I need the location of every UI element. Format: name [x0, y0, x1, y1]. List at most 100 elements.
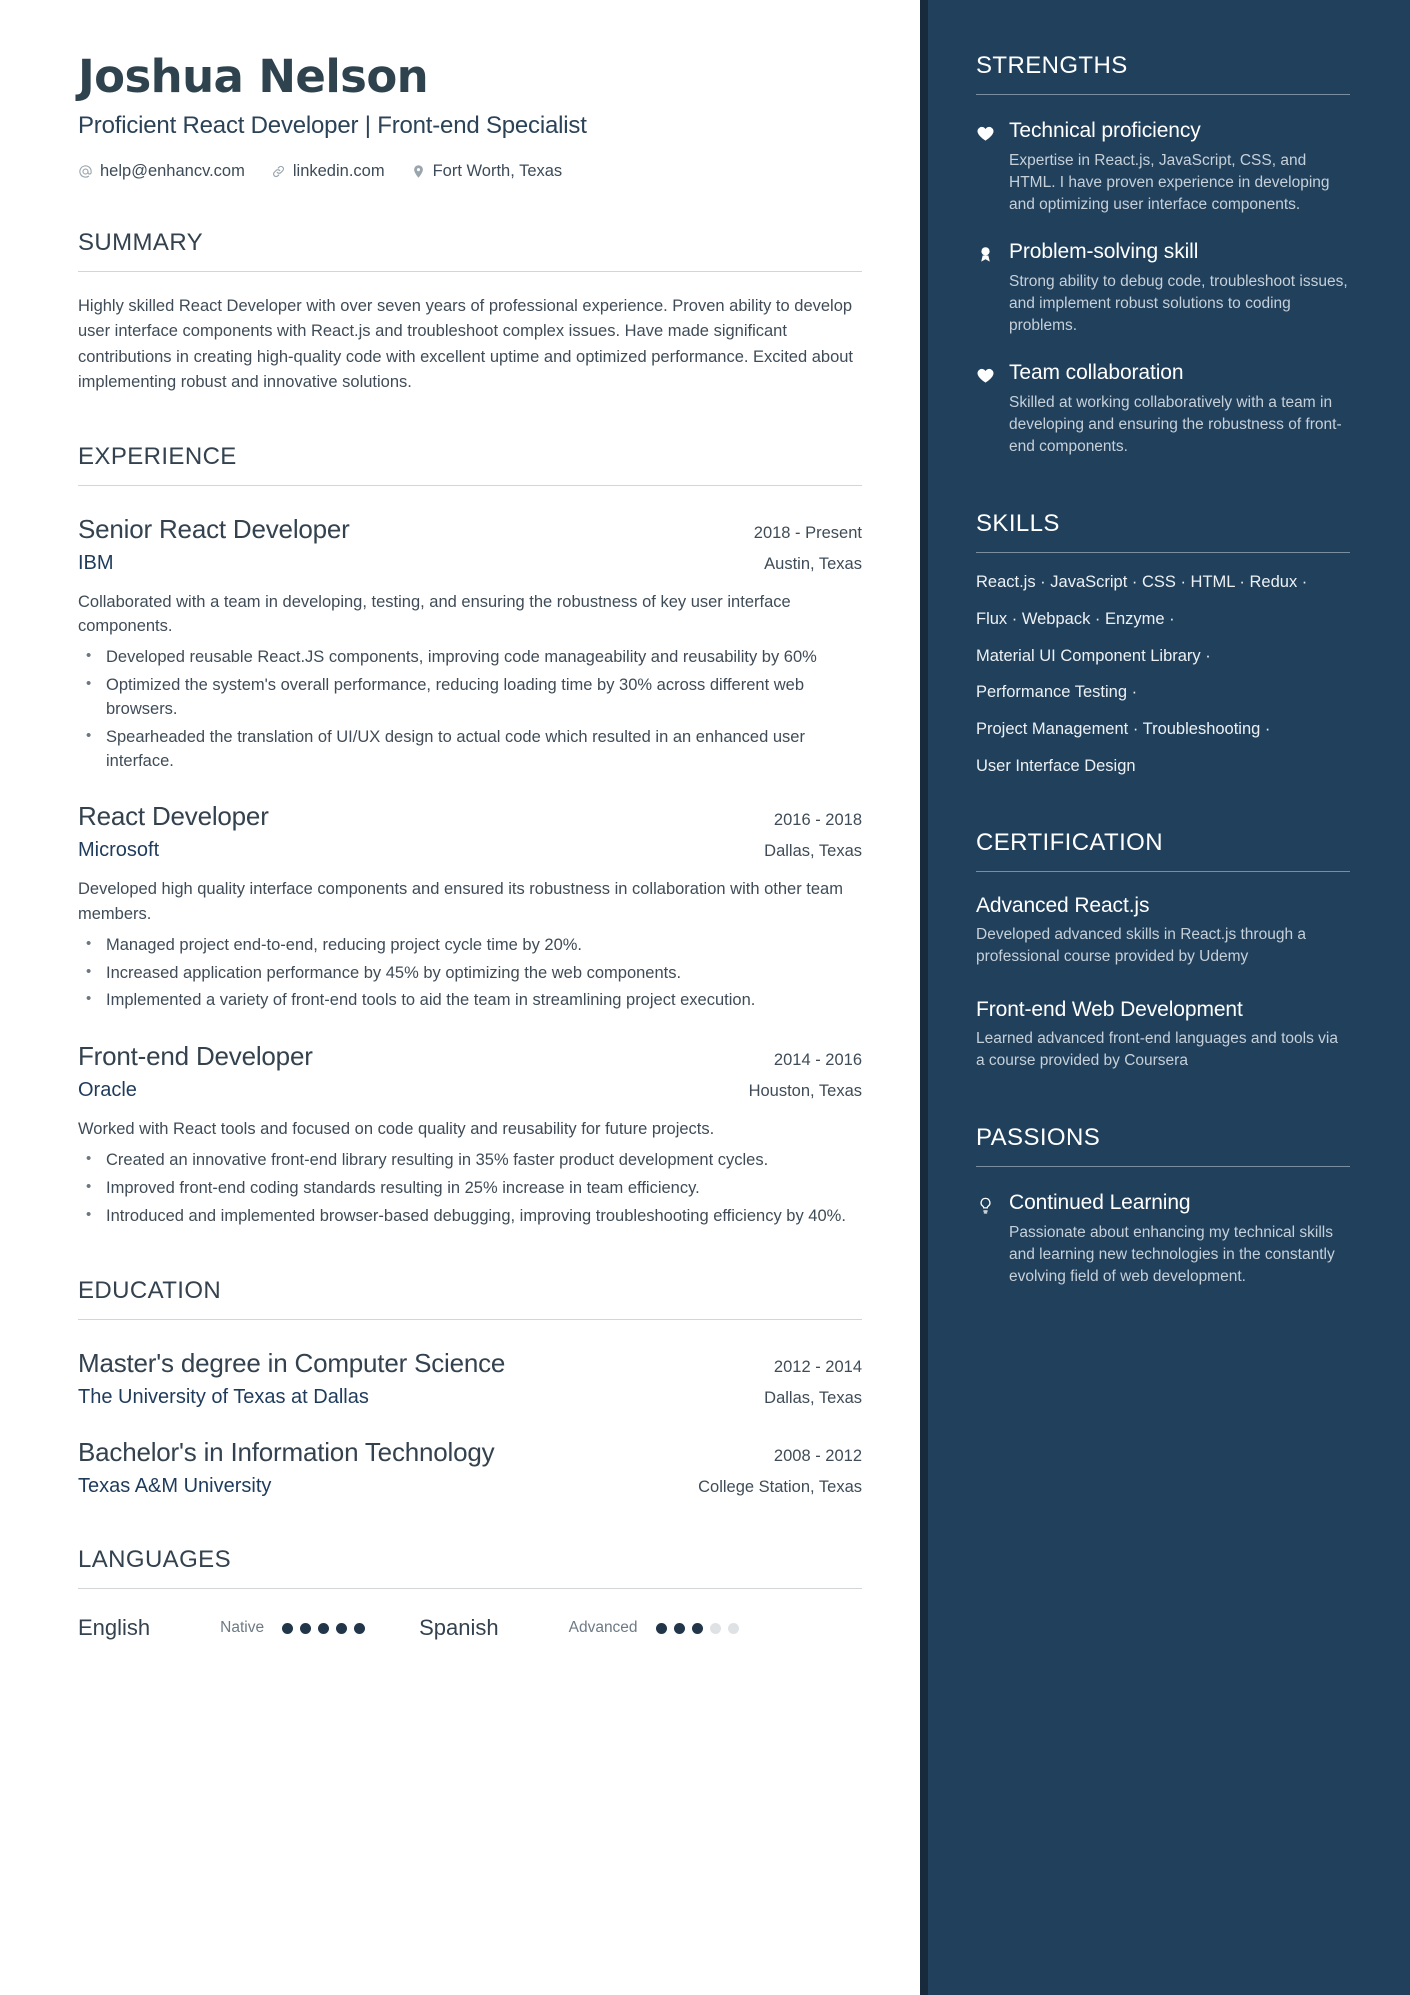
rating-dot-filled	[673, 1622, 685, 1634]
rating-dot-empty	[727, 1622, 739, 1634]
education-entry: Master's degree in Computer Science 2012…	[78, 1348, 862, 1409]
section-skills: SKILLS React.js · JavaScript · CSS · HTM…	[976, 510, 1350, 777]
divider	[976, 94, 1350, 95]
job-title: Front-end Developer	[78, 1041, 313, 1072]
job-title: React Developer	[78, 801, 269, 832]
language-item: English Native	[78, 1615, 366, 1641]
skills-heading: SKILLS	[976, 510, 1060, 537]
certification-name: Front-end Web Development	[976, 997, 1243, 1021]
rating-dot-filled	[282, 1622, 294, 1634]
divider	[78, 271, 862, 273]
skill-line: User Interface Design	[976, 756, 1136, 775]
at-icon	[78, 164, 93, 179]
job-date: 2018 - Present	[753, 523, 862, 542]
contact-location-text: Fort Worth, Texas	[432, 162, 563, 181]
job-location: Dallas, Texas	[764, 842, 862, 861]
skill-line: React.js · JavaScript · CSS · HTML · Red…	[976, 573, 1308, 591]
job-date: 2014 - 2016	[773, 1051, 862, 1070]
degree-date: 2008 - 2012	[773, 1447, 862, 1466]
certification-heading: CERTIFICATION	[976, 828, 1163, 856]
rating-dot-filled	[318, 1622, 330, 1634]
languages-row: English Native Spanish Advanced	[78, 1615, 862, 1641]
job-bullets: Developed reusable React.JS components, …	[78, 645, 862, 774]
headline: Proficient React Developer | Front-end S…	[78, 112, 587, 140]
strengths-heading: STRENGTHS	[976, 52, 1128, 79]
certification-name: Advanced React.js	[976, 893, 1150, 917]
contact-linkedin-text: linkedin.com	[292, 162, 385, 181]
sidebar-accent-stripe	[920, 0, 928, 1995]
strength-desc: Strong ability to debug code, troublesho…	[1009, 273, 1348, 334]
strength-item: Team collaboration Skilled at working co…	[976, 361, 1350, 458]
summary-heading: SUMMARY	[78, 229, 204, 257]
award-ribbon-icon	[976, 240, 996, 337]
languages-heading: LANGUAGES	[78, 1546, 231, 1574]
summary-text: Highly skilled React Developer with over…	[78, 297, 854, 391]
rating-dot-filled	[300, 1622, 312, 1634]
divider	[976, 1165, 1350, 1167]
rating-dot-empty	[709, 1622, 721, 1634]
section-passions: PASSIONS Continued Learning Passionate a…	[976, 1124, 1350, 1288]
job-bullet: Spearheaded the translation of UI/UX des…	[78, 725, 862, 774]
job-bullets: Managed project end-to-end, reducing pro…	[78, 933, 862, 1014]
skill-line: Project Management · Troubleshooting ·	[976, 720, 1271, 739]
language-rating-dots	[282, 1622, 366, 1634]
certification-desc: Developed advanced skills in React.js th…	[976, 925, 1306, 965]
strength-desc: Expertise in React.js, JavaScript, CSS, …	[1009, 152, 1330, 213]
divider	[78, 484, 862, 486]
job-location: Houston, Texas	[748, 1082, 862, 1101]
school-location: Dallas, Texas	[764, 1389, 862, 1408]
section-certification: CERTIFICATION Advanced React.js Develope…	[976, 829, 1350, 1072]
rating-dot-filled	[655, 1622, 667, 1634]
job-description: Developed high quality interface compone…	[78, 880, 843, 923]
contact-linkedin[interactable]: linkedin.com	[271, 162, 385, 181]
divider	[976, 870, 1350, 872]
rating-dot-filled	[336, 1622, 348, 1634]
school-location: College Station, Texas	[698, 1478, 862, 1497]
job-bullet: Developed reusable React.JS components, …	[78, 645, 862, 670]
job-bullet: Optimized the system's overall performan…	[78, 673, 862, 722]
job-bullet: Increased application performance by 45%…	[78, 961, 862, 986]
language-level: Advanced	[568, 1619, 638, 1637]
job-bullets: Created an innovative front-end library …	[78, 1148, 862, 1229]
divider	[976, 552, 1350, 553]
passions-heading: PASSIONS	[976, 1123, 1101, 1151]
strength-name: Problem-solving skill	[1009, 240, 1199, 263]
job-bullet: Implemented a variety of front-end tools…	[78, 988, 862, 1013]
divider	[78, 1319, 862, 1321]
heart-icon	[976, 361, 996, 458]
degree-title: Master's degree in Computer Science	[78, 1348, 506, 1379]
sidebar: STRENGTHS Technical proficiency Expertis…	[920, 0, 1410, 1995]
section-languages: LANGUAGES English Native Spanish Advance…	[78, 1546, 862, 1641]
experience-entry: React Developer 2016 - 2018 Microsoft Da…	[78, 801, 862, 1013]
main-column: Joshua Nelson Proficient React Developer…	[0, 0, 920, 1995]
divider	[78, 1588, 862, 1590]
experience-heading: EXPERIENCE	[78, 442, 237, 470]
strength-item: Technical proficiency Expertise in React…	[976, 119, 1350, 216]
job-company: Oracle	[78, 1079, 137, 1102]
strength-name: Technical proficiency	[1009, 119, 1201, 142]
experience-entry: Front-end Developer 2014 - 2016 Oracle H…	[78, 1041, 862, 1229]
contact-location: Fort Worth, Texas	[411, 162, 563, 181]
location-pin-icon	[411, 164, 426, 179]
passion-item: Continued Learning Passionate about enha…	[976, 1191, 1350, 1288]
contact-row: help@enhancv.com linkedin.com Fort Worth…	[78, 162, 862, 181]
contact-email[interactable]: help@enhancv.com	[78, 162, 245, 181]
job-location: Austin, Texas	[764, 554, 862, 573]
contact-email-text: help@enhancv.com	[100, 162, 245, 181]
certification-item: Front-end Web Development Learned advanc…	[976, 998, 1350, 1072]
degree-title: Bachelor's in Information Technology	[78, 1437, 495, 1468]
job-description: Collaborated with a team in developing, …	[78, 592, 791, 635]
heart-icon	[976, 119, 996, 216]
job-company: IBM	[78, 551, 114, 574]
job-title: Senior React Developer	[78, 513, 350, 544]
passion-name: Continued Learning	[1009, 1190, 1191, 1214]
education-entry: Bachelor's in Information Technology 200…	[78, 1437, 862, 1498]
section-education: EDUCATION Master's degree in Computer Sc…	[78, 1277, 862, 1498]
job-bullet: Introduced and implemented browser-based…	[78, 1204, 862, 1229]
rating-dot-filled	[354, 1622, 366, 1634]
language-name: English	[78, 1615, 151, 1641]
job-description: Worked with React tools and focused on c…	[78, 1120, 715, 1139]
school-name: Texas A&M University	[78, 1475, 272, 1498]
job-bullet: Improved front-end coding standards resu…	[78, 1176, 862, 1201]
education-heading: EDUCATION	[78, 1277, 222, 1305]
